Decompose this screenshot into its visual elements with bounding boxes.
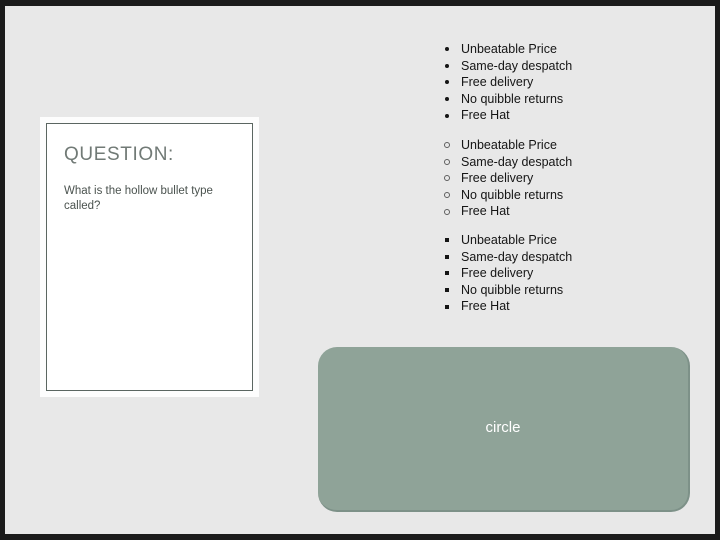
list-item: Free delivery xyxy=(440,170,572,187)
list-item: Unbeatable Price xyxy=(440,41,572,58)
bullet-list-square: Unbeatable Price Same-day despatch Free … xyxy=(440,232,572,315)
filled-disc-bullet-icon xyxy=(445,113,449,118)
list-item-label: Same-day despatch xyxy=(461,58,573,73)
question-heading: QUESTION: xyxy=(64,144,174,165)
list-item: Free delivery xyxy=(440,74,572,91)
square-bullet-icon xyxy=(445,254,449,259)
list-item: Free Hat xyxy=(440,107,572,124)
list-item: No quibble returns xyxy=(440,282,572,299)
list-item: No quibble returns xyxy=(440,187,572,204)
list-item-label: Unbeatable Price xyxy=(461,233,557,247)
list-item-label: Unbeatable Price xyxy=(461,42,557,56)
list-item-label: Same-day despatch xyxy=(461,154,573,169)
bullet-list: Unbeatable Price Same-day despatch Free … xyxy=(440,232,572,315)
list-item-label: Free delivery xyxy=(461,171,534,186)
list-item: Unbeatable Price xyxy=(440,232,572,249)
slide-frame-top-edge xyxy=(0,0,720,6)
answer-box: circle xyxy=(318,347,690,512)
hollow-circle-bullet-icon xyxy=(444,208,450,215)
question-body-text: What is the hollow bullet type called? xyxy=(64,184,213,212)
list-item-label: Unbeatable Price xyxy=(461,138,557,152)
square-bullet-icon xyxy=(445,238,449,243)
filled-disc-bullet-icon xyxy=(445,97,449,102)
filled-disc-bullet-icon xyxy=(445,63,449,68)
slide-frame-bottom-edge xyxy=(0,534,720,540)
bullet-list-filled-disc: Unbeatable Price Same-day despatch Free … xyxy=(440,41,572,124)
list-item: No quibble returns xyxy=(440,91,572,108)
hollow-circle-bullet-icon xyxy=(444,192,450,199)
filled-disc-bullet-icon xyxy=(445,47,449,52)
list-item-label: Free delivery xyxy=(461,266,534,281)
slide-frame-left-edge xyxy=(0,0,5,540)
list-item: Free Hat xyxy=(440,298,572,315)
square-bullet-icon xyxy=(445,288,449,293)
list-item: Unbeatable Price xyxy=(440,137,572,154)
list-item-label: Free delivery xyxy=(461,75,534,90)
square-bullet-icon xyxy=(445,304,449,309)
hollow-circle-bullet-icon xyxy=(444,142,450,149)
list-item-label: No quibble returns xyxy=(461,187,564,202)
question-panel: QUESTION: What is the hollow bullet type… xyxy=(40,117,259,397)
list-item-label: Free Hat xyxy=(461,204,510,219)
answer-text: circle xyxy=(485,419,521,436)
list-item-label: No quibble returns xyxy=(461,282,564,297)
filled-disc-bullet-icon xyxy=(445,80,449,85)
list-item: Free delivery xyxy=(440,265,572,282)
hollow-circle-bullet-icon xyxy=(444,158,450,165)
hollow-circle-bullet-icon xyxy=(444,175,450,182)
slide-canvas: QUESTION: What is the hollow bullet type… xyxy=(0,0,720,540)
bullet-list-hollow-circle: Unbeatable Price Same-day despatch Free … xyxy=(440,137,572,220)
list-item: Same-day despatch xyxy=(440,249,572,266)
bullet-list: Unbeatable Price Same-day despatch Free … xyxy=(440,41,572,124)
list-item-label: No quibble returns xyxy=(461,91,564,106)
list-item: Free Hat xyxy=(440,203,572,220)
list-item-label: Same-day despatch xyxy=(461,249,573,264)
bullet-list: Unbeatable Price Same-day despatch Free … xyxy=(440,137,572,220)
list-item-label: Free Hat xyxy=(461,299,510,314)
slide-frame-right-edge xyxy=(715,0,720,540)
question-panel-inner: QUESTION: What is the hollow bullet type… xyxy=(46,123,253,391)
list-item: Same-day despatch xyxy=(440,154,572,171)
square-bullet-icon xyxy=(445,271,449,276)
list-item-label: Free Hat xyxy=(461,108,510,123)
list-item: Same-day despatch xyxy=(440,58,572,75)
